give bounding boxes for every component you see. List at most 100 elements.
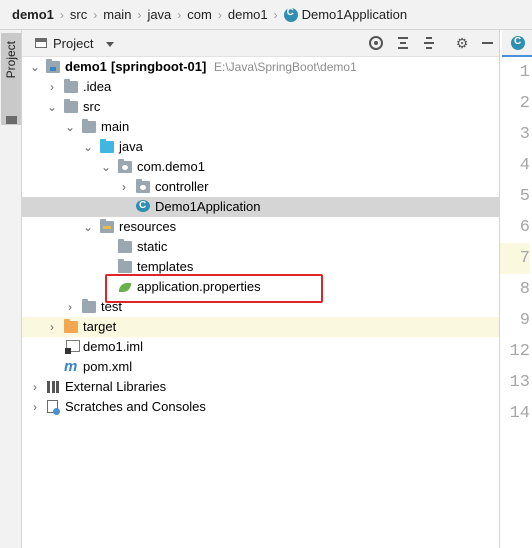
folder-icon <box>118 259 132 273</box>
breadcrumb-separator: › <box>217 7 222 22</box>
breadcrumb-item-src[interactable]: src <box>70 7 87 22</box>
chevron-down-icon[interactable]: ⌄ <box>100 161 112 173</box>
chevron-right-icon[interactable]: › <box>46 321 58 333</box>
tree-node-src[interactable]: ⌄ src <box>22 97 499 117</box>
maven-icon: m <box>64 358 78 375</box>
java-class-icon <box>136 200 150 212</box>
breadcrumb-item-demo1application[interactable]: Demo1Application <box>302 7 408 22</box>
chevron-right-icon[interactable]: › <box>64 301 76 313</box>
line-number: 9 <box>519 311 530 330</box>
folder-icon <box>82 119 96 133</box>
chevron-right-icon[interactable]: › <box>118 181 130 193</box>
folder-icon <box>118 239 132 253</box>
tree-node-demo1[interactable]: ⌄ demo1 [springboot-01] E:\Java\SpringBo… <box>22 57 499 77</box>
breadcrumb-separator: › <box>177 7 182 22</box>
tree-node-label: demo1 <box>65 59 107 74</box>
line-number: 5 <box>519 187 530 206</box>
line-number: 12 <box>509 342 530 361</box>
spring-leaf-icon <box>118 281 132 293</box>
breadcrumb-separator: › <box>137 7 142 22</box>
tree-node-label: test <box>101 299 122 314</box>
tree-node-demo1application[interactable]: Demo1Application <box>22 197 499 217</box>
editor-tab-demo1application[interactable] <box>502 30 532 57</box>
breadcrumb-item-java[interactable]: java <box>147 7 171 22</box>
tree-node-main[interactable]: ⌄ main <box>22 117 499 137</box>
project-tool-window-button[interactable]: Project <box>1 33 21 125</box>
chevron-down-icon[interactable]: ⌄ <box>29 61 41 73</box>
tree-node-static[interactable]: static <box>22 237 499 257</box>
tree-node-label: main <box>101 119 130 134</box>
breadcrumb-item-com[interactable]: com <box>187 7 212 22</box>
tree-node-pom-xml[interactable]: m pom.xml <box>22 357 499 377</box>
source-folder-icon <box>100 139 114 153</box>
module-name-label: [springboot-01] <box>111 59 207 74</box>
line-number: 8 <box>519 280 530 299</box>
breadcrumb-item-main[interactable]: main <box>103 7 131 22</box>
package-icon <box>118 159 132 173</box>
line-number: 14 <box>509 404 530 423</box>
chevron-right-icon[interactable]: › <box>46 81 58 93</box>
breadcrumb-separator: › <box>93 7 98 22</box>
tree-node-label: templates <box>137 259 194 274</box>
project-tool-window-label: Project <box>4 41 18 79</box>
editor-area: 1 2 3 4 5 6 7 8 9 12 13 14 <box>500 30 532 548</box>
tree-node-external-libraries[interactable]: › External Libraries <box>22 377 499 397</box>
tree-node-label: .idea <box>83 79 112 94</box>
folder-icon <box>64 99 78 113</box>
chevron-down-icon[interactable]: ⌄ <box>64 121 76 133</box>
navigation-breadcrumb: demo1 › src › main › java › com › demo1 … <box>0 0 532 30</box>
tree-node-label: target <box>83 319 117 334</box>
tree-node-label: src <box>83 99 101 114</box>
java-class-icon <box>283 7 298 22</box>
line-number: 3 <box>519 125 530 144</box>
breadcrumb-separator: › <box>273 7 278 22</box>
line-number: 2 <box>519 94 530 113</box>
project-view-title[interactable]: Project <box>53 36 93 51</box>
chevron-down-icon[interactable]: ⌄ <box>46 101 58 113</box>
tree-node-label: static <box>137 239 168 254</box>
tree-node-label: resources <box>119 219 177 234</box>
tool-window-strip: Project <box>0 30 22 548</box>
line-number: 4 <box>519 156 530 175</box>
line-number-current: 7 <box>500 243 530 274</box>
module-file-icon <box>65 340 80 354</box>
folder-icon <box>82 299 96 313</box>
expand-all-icon[interactable] <box>395 35 411 51</box>
tree-node-test[interactable]: › test <box>22 297 499 317</box>
chevron-right-icon[interactable]: › <box>29 401 41 413</box>
chevron-down-icon[interactable]: ⌄ <box>82 221 94 233</box>
tree-node-label: application.properties <box>137 279 261 294</box>
module-folder-icon <box>46 59 60 73</box>
locate-icon[interactable] <box>368 35 384 51</box>
tree-node-scratches[interactable]: › Scratches and Consoles <box>22 397 499 417</box>
tree-node-resources[interactable]: ⌄ resources <box>22 217 499 237</box>
tree-node-demo1-iml[interactable]: demo1.iml <box>22 337 499 357</box>
package-icon <box>136 179 150 193</box>
project-view-icon <box>35 38 47 48</box>
chevron-right-icon[interactable]: › <box>29 381 41 393</box>
view-dropdown-chevron-down-icon[interactable] <box>106 42 114 47</box>
tree-node-target[interactable]: › target <box>22 317 499 337</box>
tree-node-application-properties[interactable]: application.properties <box>22 277 499 297</box>
tree-node-com-demo1[interactable]: ⌄ com.demo1 <box>22 157 499 177</box>
tree-node-controller[interactable]: › controller <box>22 177 499 197</box>
scratches-icon <box>46 400 60 415</box>
gear-icon[interactable]: ⚙ <box>454 35 470 51</box>
line-number: 13 <box>509 373 530 392</box>
folder-icon <box>6 116 17 124</box>
breadcrumb-item-demo1-package[interactable]: demo1 <box>228 7 268 22</box>
project-panel: Project ⚙ ⌄ demo1 [springboot-01] E:\Jav… <box>22 30 500 548</box>
collapse-all-icon[interactable] <box>421 35 437 51</box>
line-number: 1 <box>519 63 530 82</box>
folder-icon <box>64 79 78 93</box>
tree-node-idea[interactable]: › .idea <box>22 77 499 97</box>
tree-node-label: java <box>119 139 143 154</box>
chevron-down-icon[interactable]: ⌄ <box>82 141 94 153</box>
resources-folder-icon <box>100 219 114 233</box>
breadcrumb-item-demo1[interactable]: demo1 <box>12 7 54 22</box>
hide-icon[interactable] <box>479 35 495 51</box>
tree-node-java[interactable]: ⌄ java <box>22 137 499 157</box>
tree-node-templates[interactable]: templates <box>22 257 499 277</box>
line-number: 6 <box>519 218 530 237</box>
tree-node-label: pom.xml <box>83 359 133 374</box>
